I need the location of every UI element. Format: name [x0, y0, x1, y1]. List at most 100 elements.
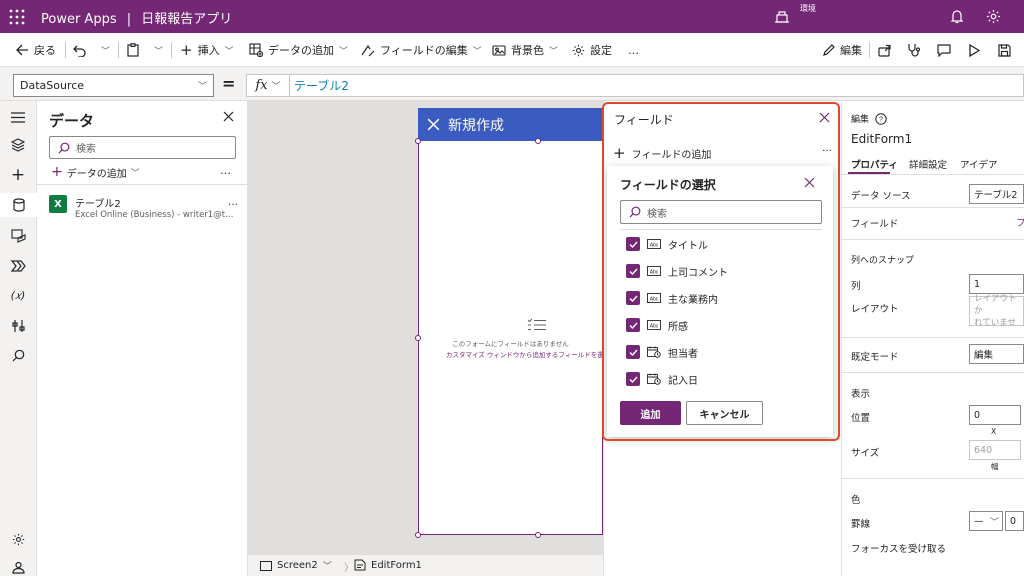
tree-view-layers-icon[interactable] — [10, 137, 26, 153]
edit-fields-link[interactable]: フ — [1016, 215, 1024, 229]
more-options-button[interactable]: … — [220, 164, 231, 177]
command-bar: 戻る ﹀ ﹀ + 挿入 ﹀ データの追加 ﹀ フィールドの編集 ﹀ 背景色 ﹀ … — [0, 33, 1024, 67]
function-button[interactable]: fx ﹀ — [246, 74, 290, 97]
data-source-more-button[interactable]: … — [228, 197, 238, 208]
resize-handle[interactable] — [415, 138, 421, 144]
close-icon[interactable] — [223, 111, 234, 122]
add-data-button[interactable]: データの追加 ﹀ — [249, 33, 348, 67]
background-label: 背景色 — [511, 44, 544, 57]
svg-text:?: ? — [879, 116, 883, 123]
size-width-input[interactable]: 640 — [969, 440, 1021, 460]
formula-input[interactable]: テーブル2 — [290, 74, 1024, 97]
undo-button[interactable] — [73, 33, 86, 67]
database-add-icon — [249, 43, 263, 57]
edit-fields-button[interactable]: フィールドの編集 ﹀ — [361, 33, 482, 67]
excel-icon: X — [49, 195, 67, 213]
app-checker-button[interactable] — [907, 33, 921, 67]
preview-button[interactable] — [968, 33, 980, 67]
properties-header: 編集 ? — [851, 112, 887, 125]
add-data-label: データの追加 — [268, 44, 334, 57]
position-x-input[interactable]: 0 — [969, 405, 1021, 425]
undo-dropdown[interactable]: ﹀ — [101, 33, 110, 67]
background-color-button[interactable]: 背景色 ﹀ — [492, 33, 558, 67]
screen-title: 新規作成 — [448, 117, 504, 134]
resize-handle[interactable] — [415, 532, 421, 538]
app-name: 日報報告アプリ — [141, 12, 233, 27]
formula-bar: DataSource ﹀ = fx ﹀ テーブル2 — [0, 67, 1024, 101]
environment-label: 環境 — [800, 4, 816, 13]
property-value: DataSource — [20, 79, 85, 92]
resize-handle[interactable] — [535, 138, 541, 144]
form-name: EditForm1 — [371, 559, 422, 571]
datasource-dropdown[interactable]: テーブル2 — [969, 184, 1024, 204]
search-icon — [58, 142, 70, 154]
edit-button[interactable]: 編集 — [823, 33, 862, 67]
columns-dropdown[interactable]: 1 — [969, 274, 1024, 294]
comments-button[interactable] — [937, 33, 951, 67]
chevron-down-icon: ﹀ — [154, 46, 164, 57]
gear-icon — [572, 44, 585, 56]
environment-icon[interactable] — [774, 9, 790, 23]
settings-label: 設定 — [590, 44, 612, 57]
control-name[interactable]: EditForm1 — [851, 132, 912, 146]
help-icon[interactable]: ? — [875, 112, 887, 125]
layout-placeholder-line2: れていませ — [974, 318, 1016, 328]
paste-button[interactable] — [127, 33, 139, 67]
settings-button[interactable]: 設定 — [572, 33, 612, 67]
border-width-input[interactable]: 0 — [1005, 511, 1024, 531]
hamburger-menu-icon[interactable] — [10, 109, 26, 125]
chevron-down-icon: ﹀ — [989, 517, 999, 528]
tab-properties[interactable]: プロパティ — [851, 157, 898, 171]
form-icon — [354, 559, 366, 571]
tab-advanced[interactable]: 詳細設定 — [909, 157, 947, 171]
empty-form-hint-link[interactable]: カスタマイズ ウィンドウから追加するフィールドを選択し — [446, 349, 603, 359]
plus-icon: + — [180, 41, 193, 59]
advanced-tools-icon[interactable] — [10, 318, 26, 334]
close-icon[interactable] — [427, 118, 440, 131]
app-launcher-icon[interactable] — [9, 9, 25, 25]
chevron-down-icon: ﹀ — [101, 46, 111, 57]
power-automate-icon[interactable] — [10, 258, 26, 274]
resize-handle[interactable] — [535, 532, 541, 538]
back-button[interactable]: 戻る — [16, 33, 56, 67]
search-icon[interactable] — [10, 347, 26, 363]
property-dropdown[interactable]: DataSource ﹀ — [13, 74, 214, 97]
divider — [171, 42, 172, 58]
screen-breadcrumb[interactable]: Screen2 ﹀ — [260, 559, 332, 572]
screen-header[interactable]: 新規作成 — [418, 108, 603, 141]
layout-placeholder-line1: レイアウトか — [974, 294, 1017, 316]
data-search-input[interactable]: 検索 — [49, 136, 236, 159]
form-screen[interactable] — [418, 108, 603, 535]
breadcrumb-chevron-icon: 〉 — [344, 563, 354, 574]
properties-header-label: 編集 — [851, 115, 870, 125]
divider — [841, 478, 1024, 479]
settings-gear-icon[interactable] — [10, 531, 26, 547]
background-image-icon — [492, 45, 506, 56]
border-style-dropdown[interactable]: — ﹀ — [969, 511, 1003, 531]
equals-sign: = — [222, 74, 236, 93]
share-button[interactable] — [878, 33, 891, 67]
bell-icon[interactable] — [950, 9, 964, 24]
save-button[interactable] — [998, 33, 1011, 67]
clipboard-icon — [127, 43, 139, 57]
paste-dropdown[interactable]: ﹀ — [154, 33, 163, 67]
settings-gear-icon[interactable] — [986, 9, 1001, 24]
insert-button[interactable]: + 挿入 ﹀ — [180, 33, 234, 67]
layout-selector[interactable]: レイアウトか れていませ — [969, 294, 1024, 328]
add-data-button[interactable]: + データの追加 ﹀ — [51, 164, 140, 180]
form-breadcrumb[interactable]: EditForm1 — [354, 559, 422, 571]
variables-icon[interactable]: (𝑥) — [10, 288, 26, 304]
data-cylinder-icon[interactable] — [0, 193, 37, 217]
color-section-label: 色 — [851, 495, 861, 506]
product-name: Power Apps — [41, 12, 117, 27]
virtual-agent-icon[interactable] — [10, 559, 26, 575]
edit-fields-icon — [361, 44, 375, 56]
data-source-item[interactable]: X テーブル2 Excel Online (Business) - writer… — [49, 195, 244, 220]
edit-fields-label: フィールドの編集 — [380, 44, 468, 57]
screen-name: Screen2 — [277, 560, 318, 571]
insert-plus-icon[interactable]: + — [10, 165, 26, 185]
more-commands-button[interactable]: … — [628, 33, 639, 67]
tab-ideas[interactable]: アイデア — [960, 157, 998, 171]
default-mode-dropdown[interactable]: 編集 — [969, 344, 1024, 364]
media-icon[interactable] — [10, 228, 26, 244]
